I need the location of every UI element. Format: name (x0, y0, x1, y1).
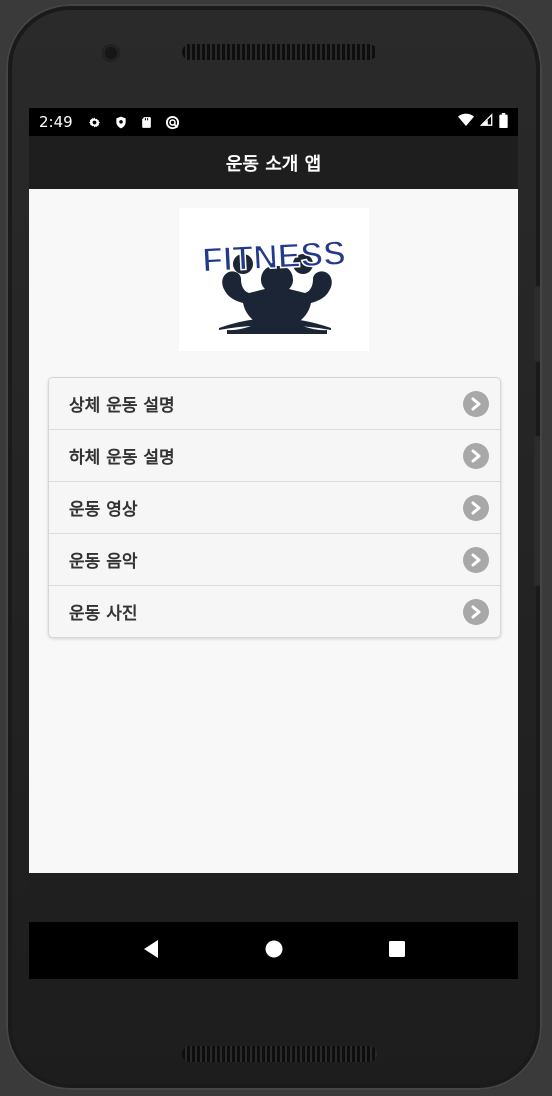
menu-item-label: 하체 운동 설명 (69, 448, 175, 468)
top-speaker (182, 44, 377, 60)
recents-icon[interactable] (388, 940, 406, 962)
front-camera (102, 44, 120, 62)
gear-icon (87, 114, 103, 130)
menu-item-upper-body[interactable]: 상체 운동 설명 (49, 378, 500, 430)
navigation-bar (29, 922, 518, 979)
menu-item-video[interactable]: 운동 영상 (49, 482, 500, 534)
main-content: FITNESS 상체 운동 설명 하체 운동 설명 운동 영상 운동 음악 운동… (29, 189, 518, 873)
menu-item-lower-body[interactable]: 하체 운동 설명 (49, 430, 500, 482)
back-icon[interactable] (142, 939, 160, 963)
menu-item-label: 운동 음악 (69, 552, 138, 572)
app-bar: 운동 소개 앱 (29, 136, 518, 189)
menu-item-label: 상체 운동 설명 (69, 396, 175, 416)
chevron-right-icon (463, 494, 489, 521)
status-bar: 2:49 (29, 108, 518, 136)
bottom-speaker (182, 1046, 377, 1062)
screen: 2:49 운동 소개 앱 FITNESS 상체 운동 설명 하체 운동 설명 운… (29, 108, 518, 979)
home-icon[interactable] (265, 940, 283, 962)
menu-list: 상체 운동 설명 하체 운동 설명 운동 영상 운동 음악 운동 사진 (48, 377, 501, 638)
chevron-right-icon (463, 598, 489, 625)
shield-icon (113, 114, 129, 130)
battery-icon (499, 112, 508, 132)
sync-icon (165, 114, 181, 130)
status-time: 2:49 (39, 113, 73, 131)
wifi-icon (458, 113, 474, 131)
volume-button (534, 436, 540, 586)
signal-icon (479, 113, 493, 131)
fitness-logo: FITNESS (179, 208, 369, 351)
sd-card-icon (139, 114, 155, 130)
menu-item-label: 운동 사진 (69, 604, 138, 624)
chevron-right-icon (463, 546, 489, 573)
menu-item-music[interactable]: 운동 음악 (49, 534, 500, 586)
chevron-right-icon (463, 442, 489, 469)
menu-item-label: 운동 영상 (69, 500, 138, 520)
menu-item-photos[interactable]: 운동 사진 (49, 586, 500, 637)
power-button (534, 286, 540, 362)
page-title: 운동 소개 앱 (225, 153, 322, 175)
fitness-logo-text: FITNESS (201, 234, 346, 279)
bottom-spacer (29, 873, 518, 922)
chevron-right-icon (463, 390, 489, 417)
